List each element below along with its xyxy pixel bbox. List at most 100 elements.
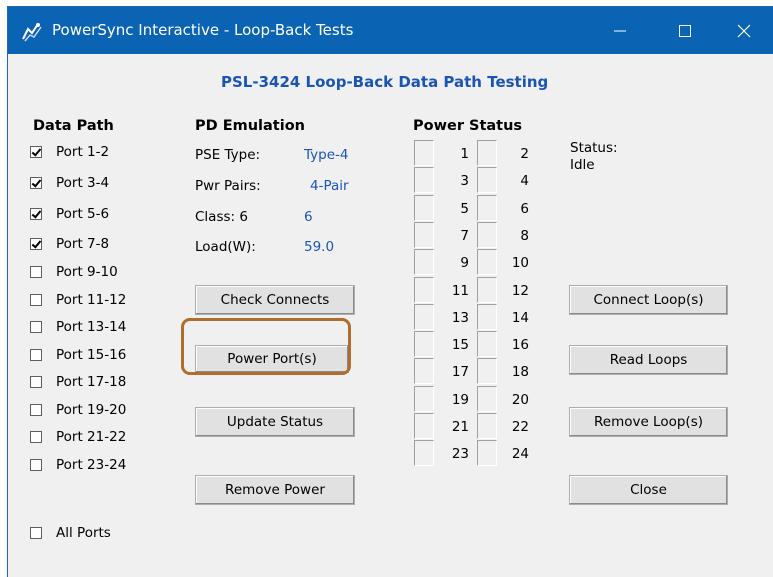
port-number: 13 [451,310,469,326]
close-window-button[interactable] [715,7,773,54]
port-3-4-checkbox[interactable]: Port 3-4 [30,173,109,193]
connect-loops-button[interactable]: Connect Loop(s) [569,285,728,315]
update-status-button[interactable]: Update Status [195,407,355,437]
remove-power-button[interactable]: Remove Power [195,475,355,505]
power-led-indicator [414,167,434,193]
power-led-indicator [414,140,434,166]
port-number: 5 [460,201,469,217]
power-status-heading: Power Status [413,118,523,134]
checkbox-box[interactable] [30,349,42,361]
port-number: 19 [451,392,469,408]
port-1-2-checkbox[interactable]: Port 1-2 [30,142,109,162]
port-number: 9 [460,255,469,271]
all-ports-checkbox[interactable]: All Ports [30,523,111,543]
checkbox-box[interactable] [30,146,42,158]
port-number: 16 [511,337,529,353]
power-led-indicator [477,413,497,439]
port-23-24-checkbox[interactable]: Port 23-24 [30,455,126,475]
power-led-indicator [477,249,497,275]
checkbox-label: Port 13-14 [56,319,127,335]
title-bar[interactable]: PowerSync Interactive - Loop-Back Tests [8,7,773,54]
power-led-indicator [414,413,434,439]
port-number: 7 [460,228,469,244]
port-19-20-checkbox[interactable]: Port 19-20 [30,400,126,420]
check-connects-button[interactable]: Check Connects [195,285,355,315]
power-led-indicator [414,358,434,384]
power-led-indicator [414,331,434,357]
checkbox-label: Port 9-10 [56,264,118,280]
port-number: 3 [460,173,469,189]
power-led-indicator [414,440,434,466]
power-led-indicator [414,386,434,412]
checkbox-box[interactable] [30,376,42,388]
checkbox-box[interactable] [30,459,42,471]
maximize-button[interactable] [656,7,714,54]
port-7-8-checkbox[interactable]: Port 7-8 [30,234,109,254]
port-21-22-checkbox[interactable]: Port 21-22 [30,427,126,447]
checkbox-box[interactable] [30,527,42,539]
port-17-18-checkbox[interactable]: Port 17-18 [30,372,126,392]
power-led-indicator [477,331,497,357]
port-number: 15 [451,337,469,353]
class-label: Class: 6 [195,209,248,225]
power-ports-button[interactable]: Power Port(s) [195,345,349,373]
power-led-indicator [477,167,497,193]
checkbox-label: Port 7-8 [56,236,110,252]
port-number: 14 [511,310,529,326]
port-number: 11 [451,283,469,299]
status-label: Status: [570,140,618,156]
checkbox-box[interactable] [30,266,42,278]
minimize-icon [614,30,626,31]
maximize-icon [679,24,691,37]
minimize-button[interactable] [591,7,649,54]
power-led-indicator [477,195,497,221]
checkbox-box[interactable] [30,177,42,189]
port-11-12-checkbox[interactable]: Port 11-12 [30,290,126,310]
pse-type-label: PSE Type: [195,147,261,163]
checkbox-label: Port 21-22 [56,429,127,445]
power-led-indicator [477,304,497,330]
port-9-10-checkbox[interactable]: Port 9-10 [30,262,118,282]
read-loops-button[interactable]: Read Loops [569,345,728,375]
remove-loops-button[interactable]: Remove Loop(s) [569,407,728,437]
power-led-indicator [477,222,497,248]
port-number: 21 [451,419,469,435]
port-number: 4 [520,173,529,189]
checkbox-box[interactable] [30,431,42,443]
checkbox-box[interactable] [30,321,42,333]
class-value: 6 [304,209,313,225]
port-number: 12 [511,283,529,299]
status-value: Idle [570,157,595,173]
power-led-indicator [477,358,497,384]
port-number: 6 [520,201,529,217]
port-number: 8 [520,228,529,244]
pd-emulation-heading: PD Emulation [195,118,305,134]
port-number: 18 [511,364,529,380]
checkbox-box[interactable] [30,238,42,250]
checkbox-box[interactable] [30,404,42,416]
power-led-indicator [477,140,497,166]
power-led-indicator [414,222,434,248]
pwr-pairs-label: Pwr Pairs: [195,178,261,194]
port-5-6-checkbox[interactable]: Port 5-6 [30,204,109,224]
checkbox-label: Port 19-20 [56,402,127,418]
load-value: 59.0 [304,239,335,255]
checkbox-label: Port 1-2 [56,144,110,160]
power-led-indicator [414,304,434,330]
power-led-indicator [414,277,434,303]
power-led-indicator [477,386,497,412]
checkbox-label: Port 11-12 [56,292,127,308]
close-button[interactable]: Close [569,475,728,505]
checkbox-label: All Ports [56,525,111,541]
app-icon [22,23,42,42]
checkbox-box[interactable] [30,294,42,306]
port-13-14-checkbox[interactable]: Port 13-14 [30,317,126,337]
port-number: 10 [511,255,529,271]
checkbox-label: Port 23-24 [56,457,127,473]
checkbox-box[interactable] [30,208,42,220]
port-number: 23 [451,446,469,462]
load-label: Load(W): [195,239,256,255]
checkbox-label: Port 17-18 [56,374,127,390]
port-15-16-checkbox[interactable]: Port 15-16 [30,345,126,365]
power-led-indicator [414,249,434,275]
